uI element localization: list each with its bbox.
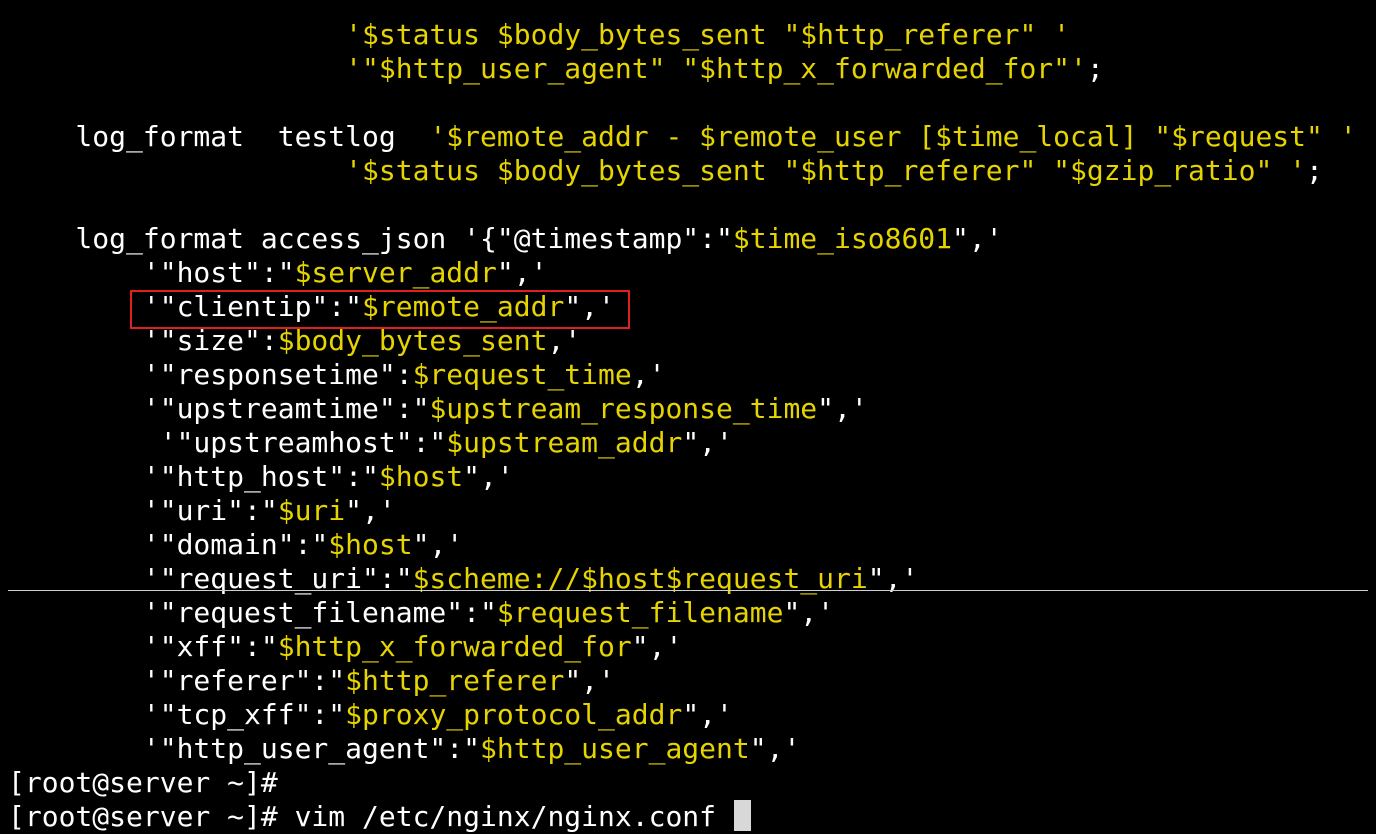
config-line: '"host":"$server_addr",'	[8, 256, 548, 290]
string-token: $host	[328, 528, 413, 561]
config-line: '"xff":"$http_x_forwarded_for",'	[8, 630, 682, 664]
string-token: '$status $body_bytes_sent "$http_referer…	[345, 154, 1307, 187]
text-token: ",'	[783, 596, 835, 629]
string-token: $time_iso8601	[732, 222, 953, 255]
string-token: $server_addr	[294, 256, 497, 289]
string-token: $host	[378, 460, 464, 493]
text-token: [root@server ~]# vim /etc/nginx/nginx.co…	[8, 800, 733, 833]
string-token: '"$http_user_agent" "$http_x_forwarded_f…	[345, 52, 1087, 85]
config-line: '"upstreamhost":"$upstream_addr",'	[8, 426, 733, 460]
text-token: ",'	[564, 664, 615, 697]
config-line: '"tcp_xff":"$proxy_protocol_addr",'	[8, 698, 733, 732]
string-token: $http_x_forwarded_for	[277, 630, 632, 663]
text-token: '"http_host":"	[8, 460, 379, 493]
string-token: $http_referer	[345, 664, 565, 697]
terminal-cursor	[733, 800, 751, 831]
text-token: '"xff":"	[8, 630, 278, 663]
shell-prompt-line: [root@server ~]# vim /etc/nginx/nginx.co…	[8, 800, 751, 834]
horizontal-divider	[8, 590, 1368, 591]
text-token: '"request_filename":"	[8, 596, 497, 629]
config-line: log_format testlog '$remote_addr - $remo…	[8, 120, 1357, 154]
string-token: $http_user_agent	[480, 732, 750, 765]
text-token: ",'	[631, 630, 683, 663]
text-token: '"uri":"	[8, 494, 278, 527]
text-token: [root@server ~]#	[8, 766, 278, 799]
config-line: '$status $body_bytes_sent "$http_referer…	[8, 18, 1070, 52]
config-line: '"responsetime":$request_time,'	[8, 358, 666, 392]
config-line: log_format access_json '{"@timestamp":"$…	[8, 222, 1003, 256]
text-token: ",'	[817, 392, 868, 425]
text-token: log_format testlog	[8, 120, 430, 153]
config-line: '"referer":"$http_referer",'	[8, 664, 615, 698]
text-token: ",'	[463, 460, 514, 493]
string-token: $proxy_protocol_addr	[345, 698, 683, 731]
config-line: '$status $body_bytes_sent "$http_referer…	[8, 154, 1323, 188]
string-token: $request_filename	[496, 596, 784, 629]
config-line: '"upstreamtime":"$upstream_response_time…	[8, 392, 868, 426]
text-token: ;	[1086, 52, 1104, 85]
string-token: $upstream_response_time	[429, 392, 818, 425]
terminal-window[interactable]: '$status $body_bytes_sent "$http_referer…	[0, 0, 1376, 834]
config-line: '"$http_user_agent" "$http_x_forwarded_f…	[8, 52, 1104, 86]
text-token: ",'	[749, 732, 801, 765]
text-token: '"domain":"	[8, 528, 329, 561]
string-token: '$remote_addr - $remote_user [$time_loca…	[429, 120, 1357, 153]
config-line: '"http_host":"$host",'	[8, 460, 514, 494]
text-token: '"upstreamtime":"	[8, 392, 430, 425]
text-token: ,'	[631, 358, 666, 391]
highlight-box-clientip	[130, 290, 630, 329]
config-line: '"http_user_agent":"$http_user_agent",'	[8, 732, 800, 766]
text-token: '"responsetime":	[8, 358, 413, 391]
text-token: ",'	[496, 256, 548, 289]
text-token: ",'	[345, 494, 396, 527]
string-token: $upstream_addr	[446, 426, 683, 459]
config-line: '"domain":"$host",'	[8, 528, 463, 562]
config-line: '"size":$body_bytes_sent,'	[8, 324, 581, 358]
text-token: log_format access_json '{"@timestamp":"	[8, 222, 733, 255]
shell-prompt-line: [root@server ~]#	[8, 766, 278, 800]
config-line: '"request_filename":"$request_filename",…	[8, 596, 834, 630]
text-token: ",'	[952, 222, 1003, 255]
string-token: '$status $body_bytes_sent "$http_referer…	[345, 18, 1071, 51]
text-token: '"tcp_xff":"	[8, 698, 346, 731]
text-token: ",'	[412, 528, 464, 561]
text-token: ",'	[682, 698, 733, 731]
string-token: $uri	[277, 494, 346, 527]
text-token: ;	[1306, 154, 1323, 187]
text-token: ",'	[682, 426, 733, 459]
text-token: '"referer":"	[8, 664, 346, 697]
text-token: '"host":"	[8, 256, 295, 289]
string-token: $request_time	[412, 358, 632, 391]
config-line: '"uri":"$uri",'	[8, 494, 396, 528]
text-token: '"upstreamhost":"	[8, 426, 447, 459]
text-token: '"http_user_agent":"	[8, 732, 481, 765]
